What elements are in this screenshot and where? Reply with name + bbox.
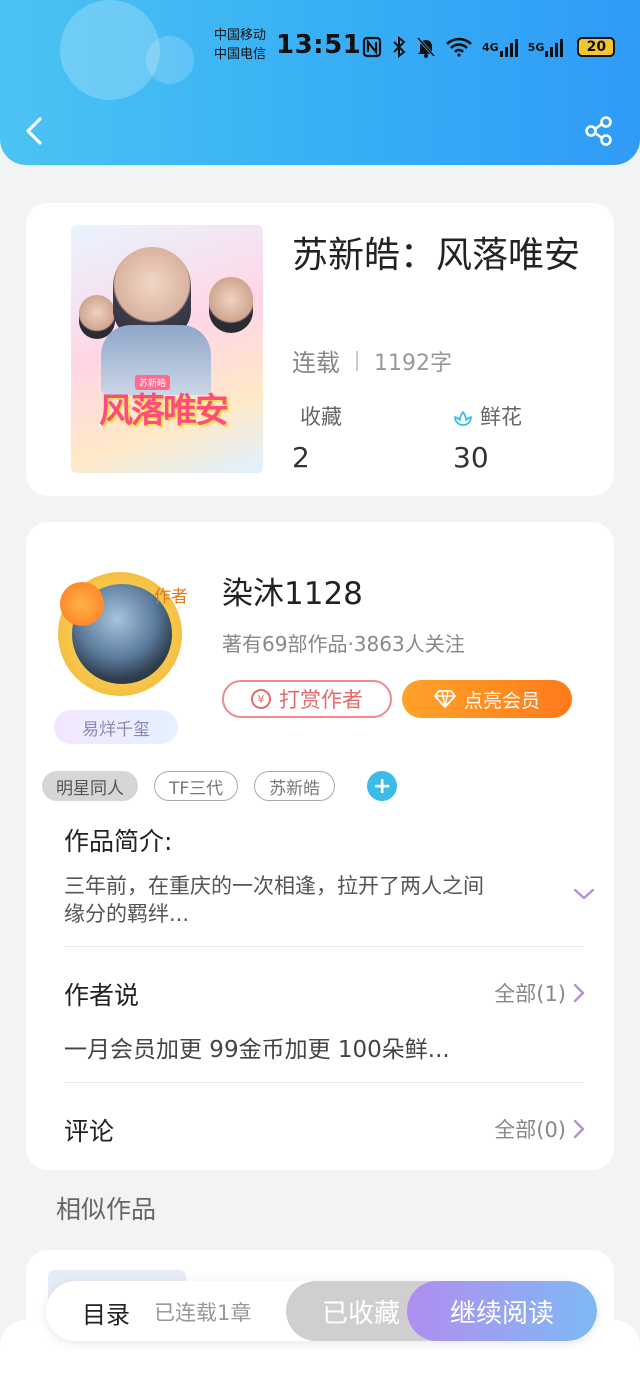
fan-badge: 易烊千玺 bbox=[54, 710, 178, 744]
carrier-1: 中国移动 bbox=[214, 28, 267, 43]
word-count: 1192字 bbox=[374, 350, 452, 376]
flower-icon bbox=[454, 411, 472, 426]
expand-intro-button[interactable] bbox=[572, 884, 596, 904]
status-time: 13:51 bbox=[276, 30, 362, 60]
chapter-count: 已连载1章 bbox=[154, 1301, 252, 1325]
share-icon bbox=[585, 116, 612, 146]
author-name[interactable]: 染沐1128 bbox=[222, 568, 363, 613]
tag-list: 明星同人 TF三代 苏新皓 + bbox=[42, 771, 398, 801]
nfc-icon bbox=[362, 36, 382, 58]
network-type-1: 4G bbox=[482, 40, 499, 54]
continue-reading-button[interactable]: 继续阅读 bbox=[407, 1281, 597, 1341]
wifi-icon bbox=[446, 37, 472, 57]
top-header: 中国移动 中国电信 13:51 4G 5G 20 bbox=[0, 0, 640, 165]
tag-chip[interactable]: 明星同人 bbox=[42, 771, 138, 801]
author-detail-card: 作者 易烊千玺 染沐1128 著有69部作品·3863人关注 ¥ 打赏作者 点亮… bbox=[26, 522, 614, 1170]
intro-title: 作品简介: bbox=[64, 827, 173, 856]
author-says-more[interactable]: 全部(1) bbox=[494, 978, 586, 1008]
chevron-down-icon bbox=[573, 888, 595, 900]
battery-icon: 20 bbox=[577, 37, 616, 57]
comments-more[interactable]: 全部(0) bbox=[494, 1114, 586, 1144]
toc-button[interactable]: 目录 bbox=[82, 1295, 130, 1330]
chevron-left-icon bbox=[26, 117, 42, 145]
mute-bell-icon bbox=[416, 36, 436, 58]
tip-author-label: 打赏作者 bbox=[279, 688, 363, 712]
intro-text[interactable]: 三年前，在重庆的一次相逢，拉开了两人之间 缘分的羁绊... bbox=[64, 872, 484, 928]
vip-button[interactable]: 点亮会员 bbox=[402, 680, 572, 718]
comments-title: 评论 bbox=[64, 1117, 115, 1146]
network-type-2: 5G bbox=[527, 40, 545, 54]
tag-chip[interactable]: TF三代 bbox=[154, 771, 239, 801]
comments-more-label: 全部(0) bbox=[494, 1118, 566, 1142]
author-says-more-label: 全部(1) bbox=[494, 982, 566, 1006]
book-meta: 连载 1192字 bbox=[292, 343, 452, 378]
coin-icon: ¥ bbox=[251, 689, 271, 709]
share-button[interactable] bbox=[583, 115, 615, 147]
cover-figure bbox=[209, 277, 253, 333]
similar-works-title: 相似作品 bbox=[56, 1195, 157, 1224]
chevron-right-icon bbox=[573, 1119, 585, 1139]
intro-line: 缘分的羁绊... bbox=[64, 902, 190, 926]
author-stats: 著有69部作品·3863人关注 bbox=[222, 632, 465, 656]
collect-label: 收藏 bbox=[300, 405, 342, 429]
action-pill: 目录 已连载1章 已收藏 继续阅读 bbox=[46, 1281, 597, 1341]
tip-author-button[interactable]: ¥ 打赏作者 bbox=[222, 680, 392, 718]
carrier-labels: 中国移动 中国电信 bbox=[214, 26, 266, 64]
flower-count: 30 bbox=[453, 441, 489, 474]
author-says-text[interactable]: 一月会员加更 99金币加更 100朵鲜... bbox=[64, 1036, 450, 1064]
back-button[interactable] bbox=[22, 116, 50, 146]
divider bbox=[64, 946, 584, 947]
status-icons: 4G 5G 20 bbox=[362, 34, 616, 60]
carrier-2: 中国电信 bbox=[214, 47, 267, 62]
tag-chip[interactable]: 苏新皓 bbox=[254, 771, 336, 801]
bluetooth-icon bbox=[392, 36, 406, 58]
author-says-title: 作者说 bbox=[64, 981, 140, 1010]
book-info-card: 苏新皓 风落唯安 苏新皓：风落唯安 连载 1192字 收藏 2 鲜花 30 bbox=[26, 203, 614, 496]
divider bbox=[64, 1082, 584, 1083]
signal-icon: 4G bbox=[482, 37, 518, 57]
author-avatar[interactable]: 作者 bbox=[50, 560, 190, 700]
book-cover[interactable]: 苏新皓 风落唯安 bbox=[71, 225, 263, 473]
flower-label: 鲜花 bbox=[480, 405, 522, 429]
serial-status: 连载 bbox=[292, 349, 340, 377]
collect-count: 2 bbox=[292, 441, 310, 474]
diamond-icon bbox=[434, 690, 456, 708]
add-tag-button[interactable]: + bbox=[367, 771, 398, 801]
book-title: 苏新皓：风落唯安 bbox=[292, 235, 581, 276]
chevron-right-icon bbox=[573, 983, 585, 1003]
cover-title: 风落唯安 bbox=[99, 391, 229, 431]
avatar-decor bbox=[60, 582, 104, 626]
meta-divider bbox=[356, 350, 358, 371]
vip-label: 点亮会员 bbox=[463, 689, 540, 712]
flower-stat[interactable]: 鲜花 bbox=[452, 401, 522, 431]
intro-line: 三年前，在重庆的一次相逢，拉开了两人之间 bbox=[64, 874, 484, 898]
status-bar: 中国移动 中国电信 13:51 4G 5G 20 bbox=[0, 24, 640, 72]
signal-icon: 5G bbox=[528, 37, 564, 57]
author-badge: 作者 bbox=[154, 587, 188, 607]
